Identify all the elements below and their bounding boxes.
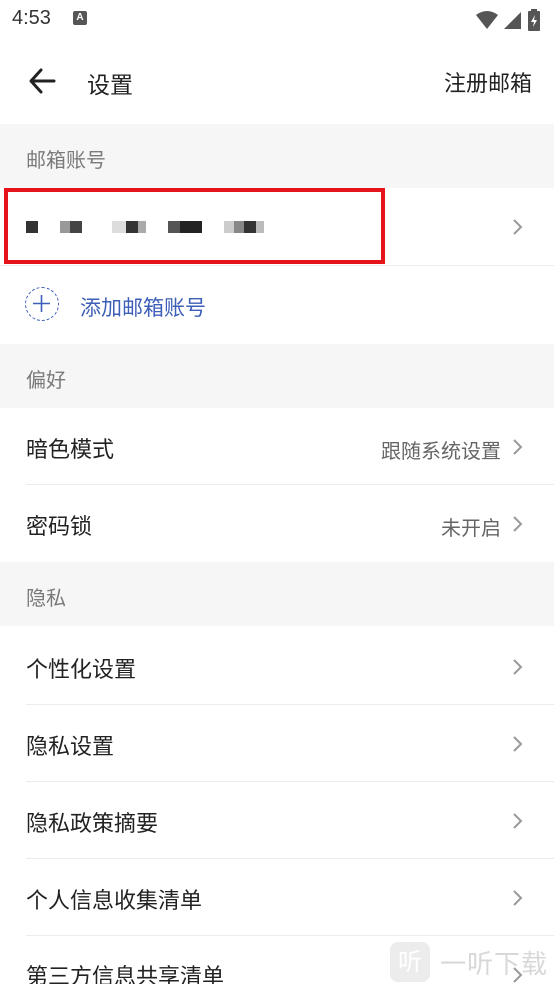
watermark-logo-icon: 听 xyxy=(390,942,430,982)
section-header-preferences: 偏好 xyxy=(0,344,554,408)
chevron-right-icon xyxy=(513,516,523,532)
privacy-settings-row[interactable]: 隐私设置 xyxy=(0,705,554,782)
register-mailbox-button[interactable]: 注册邮箱 xyxy=(444,66,532,98)
third-party-sharing-label: 第三方信息共享清单 xyxy=(26,965,225,984)
passcode-label: 密码锁 xyxy=(26,515,93,540)
wifi-icon xyxy=(476,11,498,29)
add-circle-icon xyxy=(25,287,59,321)
chevron-right-icon xyxy=(513,439,523,455)
add-account-row[interactable]: 添加邮箱账号 xyxy=(0,266,554,344)
chevron-right-icon xyxy=(513,736,523,752)
arrow-left-icon xyxy=(29,68,56,94)
page-title: 设置 xyxy=(87,73,133,99)
privacy-policy-summary-label: 隐私政策摘要 xyxy=(26,812,159,837)
back-button[interactable] xyxy=(22,62,62,102)
personal-info-list-row[interactable]: 个人信息收集清单 xyxy=(0,859,554,936)
dark-mode-label: 暗色模式 xyxy=(26,438,115,463)
highlight-box xyxy=(4,188,385,264)
status-time: 4:53 xyxy=(12,7,51,29)
section-header-privacy: 隐私 xyxy=(0,562,554,626)
chevron-right-icon xyxy=(513,813,523,829)
dark-mode-row[interactable]: 暗色模式 跟随系统设置 xyxy=(0,408,554,485)
chevron-right-icon xyxy=(513,890,523,906)
passcode-row[interactable]: 密码锁 未开启 xyxy=(0,485,554,562)
status-bar: 4:53 A xyxy=(0,0,554,40)
chevron-right-icon xyxy=(513,219,523,235)
dark-mode-value: 跟随系统设置 xyxy=(381,439,501,463)
passcode-value: 未开启 xyxy=(441,516,501,540)
signal-icon xyxy=(504,12,521,29)
watermark-text: 一听下载 xyxy=(440,950,549,980)
personalization-label: 个性化设置 xyxy=(26,658,137,683)
privacy-settings-label: 隐私设置 xyxy=(26,735,115,760)
section-title-accounts: 邮箱账号 xyxy=(26,148,106,172)
section-header-accounts: 邮箱账号 xyxy=(0,124,554,188)
battery-icon xyxy=(528,9,540,31)
header: 设置 注册邮箱 xyxy=(0,40,554,124)
add-account-label: 添加邮箱账号 xyxy=(80,296,206,320)
settings-page: 4:53 A 设置 注册邮箱 邮箱账号 添加邮箱账号 偏好 暗色模式 跟随系统设… xyxy=(0,0,554,984)
status-icons xyxy=(476,8,540,32)
section-title-privacy: 隐私 xyxy=(26,586,66,610)
section-title-preferences: 偏好 xyxy=(26,368,66,392)
personal-info-list-label: 个人信息收集清单 xyxy=(26,889,203,914)
chevron-right-icon xyxy=(513,659,523,675)
watermark: 听 一听下载 xyxy=(390,938,552,984)
personalization-row[interactable]: 个性化设置 xyxy=(0,628,554,705)
notification-icon: A xyxy=(73,11,87,25)
privacy-policy-summary-row[interactable]: 隐私政策摘要 xyxy=(0,782,554,859)
